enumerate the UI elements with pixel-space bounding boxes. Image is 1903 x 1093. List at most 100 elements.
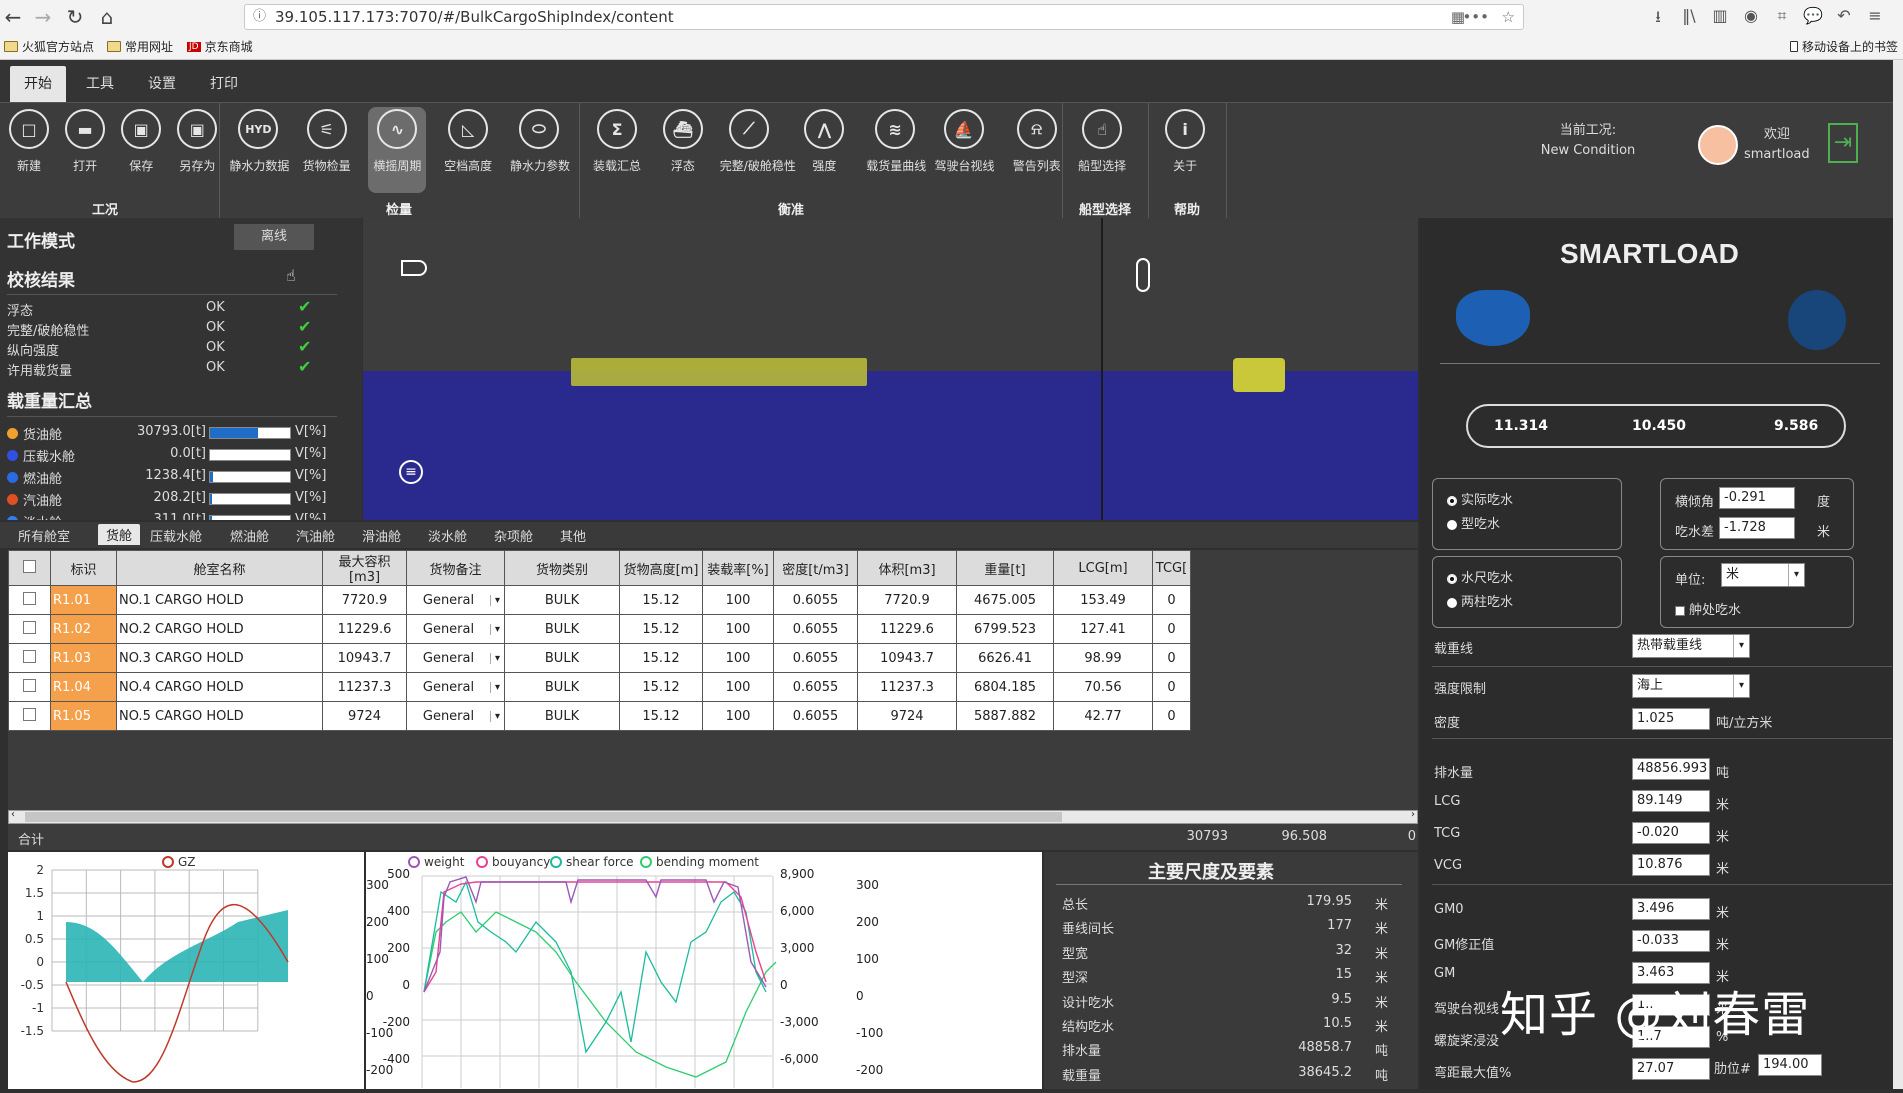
- tool-roll-period[interactable]: ∿ 横摇周期: [368, 107, 427, 193]
- sidebar-icon[interactable]: ▥: [1709, 6, 1731, 28]
- table-cell[interactable]: BULK: [504, 614, 620, 644]
- home-icon[interactable]: ⌂: [94, 4, 120, 30]
- table-cell[interactable]: 4675.005: [956, 585, 1054, 615]
- tool-alarm-bell[interactable]: ⍾ 警告列表: [1008, 107, 1066, 174]
- strength-select[interactable]: 海上 ▾: [1632, 674, 1750, 698]
- table-cell[interactable]: 5887.882: [956, 701, 1054, 731]
- row-checkbox[interactable]: [23, 707, 36, 721]
- tool-hand-pointer[interactable]: ☝ 船型选择: [1071, 107, 1133, 174]
- select-all-header[interactable]: [8, 550, 51, 586]
- table-cell[interactable]: 6626.41: [956, 643, 1054, 673]
- tab-start[interactable]: 开始: [10, 66, 66, 102]
- tool-folder[interactable]: ▬ 打开: [56, 107, 114, 174]
- tab-8[interactable]: 其他: [560, 526, 586, 545]
- column-header[interactable]: 装载率[%]: [702, 550, 774, 586]
- table-cell[interactable]: 100: [702, 672, 774, 702]
- cargo-type-select[interactable]: General ▾: [407, 651, 504, 666]
- tab-print[interactable]: 打印: [196, 66, 252, 102]
- prop-value[interactable]: 10.876: [1632, 854, 1710, 876]
- column-header[interactable]: TCG[: [1152, 550, 1191, 586]
- table-cell[interactable]: 10943.7: [857, 643, 957, 673]
- table-cell[interactable]: 0: [1152, 643, 1191, 673]
- column-header[interactable]: 重量[t]: [956, 550, 1054, 586]
- table-cell[interactable]: 15.12: [619, 585, 703, 615]
- prop-value[interactable]: 89.149: [1632, 790, 1710, 812]
- tool-air-draft[interactable]: ◺ 空档高度: [439, 107, 497, 174]
- tool-hyd[interactable]: HYD 静水力数据: [229, 107, 289, 174]
- column-header[interactable]: 密度[t/m3]: [773, 550, 858, 586]
- radio-pp-draft[interactable]: 两柱吃水: [1447, 591, 1513, 610]
- table-row[interactable]: R1.05 NO.5 CARGO HOLD 9724 General ▾ BULK 15.1…: [8, 701, 1191, 731]
- trim-input[interactable]: -1.728: [1719, 517, 1795, 539]
- table-cell[interactable]: 11229.6: [857, 614, 957, 644]
- tab-4[interactable]: 汽油舱: [296, 526, 335, 545]
- table-cell[interactable]: 6804.185: [956, 672, 1054, 702]
- row-checkbox-cell[interactable]: [8, 585, 51, 615]
- table-cell[interactable]: 42.77: [1053, 701, 1153, 731]
- table-cell[interactable]: 127.41: [1053, 614, 1153, 644]
- bookmark-common[interactable]: 常用网址: [107, 38, 173, 55]
- table-cell[interactable]: BULK: [504, 643, 620, 673]
- loadline-select[interactable]: 热带载重线 ▾: [1632, 634, 1750, 658]
- table-cell[interactable]: 100: [702, 643, 774, 673]
- table-cell[interactable]: R1.01: [50, 585, 117, 615]
- row-checkbox[interactable]: [23, 678, 36, 692]
- row-checkbox-cell[interactable]: [8, 701, 51, 731]
- tool-float[interactable]: ⛴ 浮态: [654, 107, 712, 174]
- menu-icon[interactable]: ≡: [1864, 6, 1886, 28]
- star-icon[interactable]: ☆: [1502, 5, 1515, 29]
- table-cell[interactable]: 15.12: [619, 672, 703, 702]
- table-cell[interactable]: 0.6055: [773, 643, 858, 673]
- table-cell[interactable]: NO.4 CARGO HOLD: [116, 672, 323, 702]
- table-cell[interactable]: 7720.9: [857, 585, 957, 615]
- info-icon[interactable]: ⓘ: [253, 5, 266, 29]
- table-row[interactable]: R1.01 NO.1 CARGO HOLD 7720.9 General ▾ BULK 15…: [8, 585, 1191, 615]
- midship-checkbox[interactable]: 舯处吃水: [1675, 599, 1741, 618]
- chat-icon[interactable]: 💬: [1802, 6, 1824, 28]
- tool-hydro-params[interactable]: ⬭ 静水力参数: [510, 107, 570, 174]
- table-cell[interactable]: 11237.3: [857, 672, 957, 702]
- tab-7[interactable]: 杂项舱: [494, 526, 533, 545]
- row-checkbox[interactable]: [23, 649, 36, 663]
- table-cell[interactable]: 15.12: [619, 643, 703, 673]
- table-cell[interactable]: 100: [702, 585, 774, 615]
- table-cell[interactable]: 15.12: [619, 701, 703, 731]
- frame-input[interactable]: 194.00: [1758, 1054, 1822, 1076]
- account-icon[interactable]: ◉: [1740, 6, 1762, 28]
- column-header[interactable]: LCG[m]: [1053, 550, 1153, 586]
- table-cell[interactable]: 6799.523: [956, 614, 1054, 644]
- radio-actual-draft[interactable]: 实际吃水: [1447, 489, 1513, 508]
- url-bar[interactable]: ⓘ 39.105.117.173:7070/#/BulkCargoShipInd…: [244, 4, 1524, 30]
- table-cell[interactable]: 0.6055: [773, 614, 858, 644]
- tool-cargo-measure[interactable]: ⚟ 货物检量: [298, 107, 356, 174]
- tab-2[interactable]: 压载水舱: [150, 526, 202, 545]
- prop-value[interactable]: -0.033: [1632, 930, 1710, 952]
- table-cell[interactable]: 98.99: [1053, 643, 1153, 673]
- crop-icon[interactable]: ⌗: [1771, 6, 1793, 28]
- table-cell[interactable]: 0: [1152, 701, 1191, 731]
- table-cell[interactable]: 100: [702, 701, 774, 731]
- column-header[interactable]: 标识: [50, 550, 117, 586]
- reload-icon[interactable]: ↻: [62, 4, 88, 30]
- scroll-left-icon[interactable]: ‹: [11, 809, 15, 820]
- table-cell[interactable]: 0.6055: [773, 701, 858, 731]
- forward-arrow-icon[interactable]: →: [30, 4, 56, 30]
- row-checkbox-cell[interactable]: [8, 614, 51, 644]
- table-cell[interactable]: R1.04: [50, 672, 117, 702]
- column-header[interactable]: 货物类别: [504, 550, 620, 586]
- tool-new-file[interactable]: □ 新建: [0, 107, 58, 174]
- tool-save-as[interactable]: ▣ 另存为: [168, 107, 226, 174]
- table-cell[interactable]: NO.2 CARGO HOLD: [116, 614, 323, 644]
- table-cell[interactable]: 100: [702, 614, 774, 644]
- table-cell[interactable]: 0: [1152, 614, 1191, 644]
- table-cell[interactable]: 0.6055: [773, 672, 858, 702]
- prop-value[interactable]: -0.020: [1632, 822, 1710, 844]
- prop-value[interactable]: 3.496: [1632, 898, 1710, 920]
- cargo-type-select[interactable]: General ▾: [407, 593, 504, 608]
- tab-settings[interactable]: 设置: [134, 66, 190, 102]
- tool-stability[interactable]: ⟋ 完整/破舱稳性: [720, 107, 796, 174]
- table-cell[interactable]: 0.6055: [773, 585, 858, 615]
- reset-view-icon[interactable]: ≡: [399, 460, 423, 484]
- table-cell[interactable]: R1.02: [50, 614, 117, 644]
- back-arrow-icon[interactable]: ←: [0, 4, 26, 30]
